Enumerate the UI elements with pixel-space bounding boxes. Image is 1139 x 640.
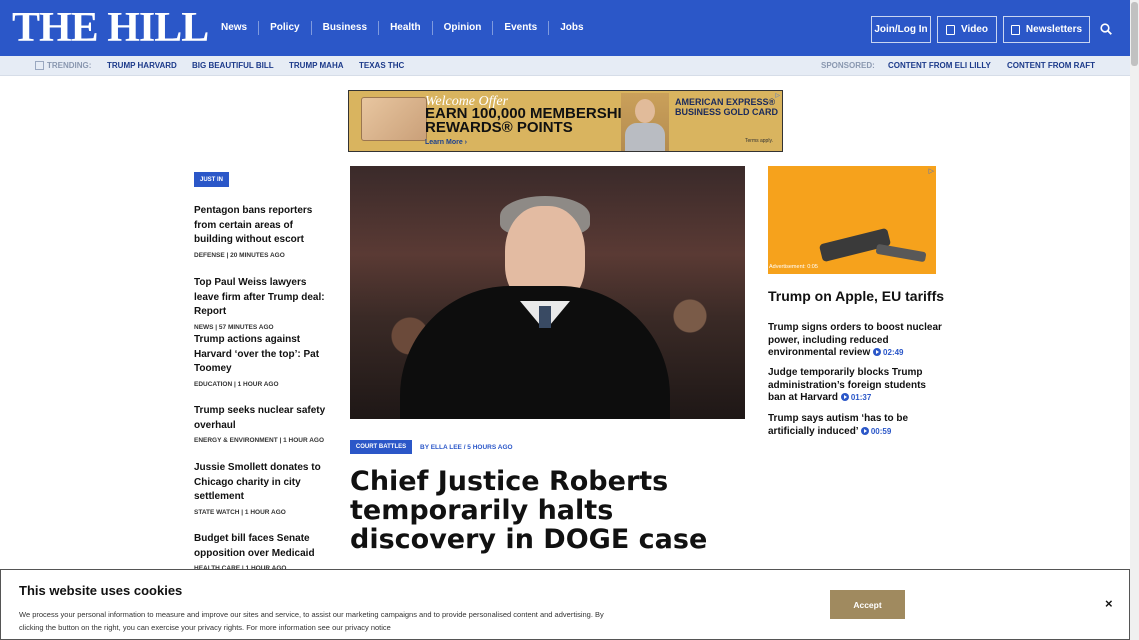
video-icon: [945, 24, 955, 35]
play-icon: [860, 426, 869, 435]
trending-label: TRENDING:: [47, 61, 92, 70]
ad-terms: Terms apply.: [745, 138, 773, 144]
video-list-item[interactable]: Judge temporarily blocks Trump administr…: [768, 367, 943, 405]
duration-text: 01:37: [850, 393, 872, 402]
join-login-label: Join/Log In: [874, 24, 928, 35]
ad-brand-line-1: AMERICAN EXPRESS®: [675, 97, 776, 107]
scrollbar-track[interactable]: [1130, 0, 1139, 640]
nav-opinion[interactable]: Opinion: [433, 21, 494, 35]
ad-headline: EARN 100,000 MEMBERSHIP REWARDS® POINTS: [425, 106, 632, 136]
lead-headline[interactable]: Chief Justice Roberts temporarily halts …: [350, 467, 750, 554]
nav-business[interactable]: Business: [312, 21, 380, 35]
story-meta: EDUCATION | 1 HOUR AGO: [194, 380, 279, 388]
story-headline[interactable]: Trump seeks nuclear safety overhaul: [194, 404, 330, 433]
site-logo[interactable]: THE HILL: [12, 7, 209, 49]
story-headline[interactable]: Trump actions against Harvard ‘over the …: [194, 333, 330, 377]
duration-text: 02:49: [883, 348, 904, 357]
list-item[interactable]: Trump seeks nuclear safety overhaul ENER…: [194, 404, 330, 444]
search-icon[interactable]: [1100, 23, 1112, 35]
ad-brand-line-2: BUSINESS GOLD CARD: [675, 107, 779, 117]
story-headline[interactable]: Budget bill faces Senate opposition over…: [194, 532, 330, 561]
video-label: Video: [960, 24, 989, 35]
accept-button[interactable]: Accept: [830, 590, 905, 619]
nav-news[interactable]: News: [210, 21, 260, 35]
video-ad[interactable]: Advertisement: 0:05 ▷: [768, 166, 936, 274]
nav-jobs[interactable]: Jobs: [549, 21, 594, 35]
trending-icon: [35, 61, 44, 70]
byline[interactable]: BY ELLA LEE / 5 HOURS AGO: [420, 444, 513, 451]
video-item-title: Trump signs orders to boost nuclear powe…: [768, 322, 942, 358]
play-icon: [840, 393, 849, 401]
story-meta: STATE WATCH | 1 HOUR AGO: [194, 508, 286, 516]
video-duration: 02:49: [873, 348, 904, 357]
ad-line-2: REWARDS® POINTS: [425, 119, 573, 136]
video-list-item[interactable]: Trump signs orders to boost nuclear powe…: [768, 322, 943, 360]
trending-item[interactable]: TRUMP HARVARD: [107, 61, 177, 70]
story-meta: NEWS | 57 MINUTES AGO: [194, 323, 274, 331]
story-meta: ENERGY & ENVIRONMENT | 1 HOUR AGO: [194, 437, 325, 444]
ad-learn-more[interactable]: Learn More ›: [425, 139, 467, 146]
ad-countdown: Advertisement: 0:05: [769, 264, 818, 270]
nav-events[interactable]: Events: [493, 21, 550, 35]
main-nav: News Policy Business Health Opinion Even…: [210, 0, 595, 56]
video-duration: 01:37: [840, 393, 872, 402]
ad-product-image-part: [875, 243, 927, 263]
nav-policy[interactable]: Policy: [259, 21, 312, 35]
story-headline[interactable]: Pentagon bans reporters from certain are…: [194, 204, 330, 248]
video-button[interactable]: Video: [937, 16, 997, 43]
list-item[interactable]: Trump actions against Harvard ‘over the …: [194, 333, 330, 388]
lead-story-photo[interactable]: [350, 166, 745, 419]
cookie-text: We process your personal information to …: [19, 610, 604, 632]
scrollbar-thumb[interactable]: [1131, 2, 1138, 66]
video-duration: 00:59: [860, 426, 892, 436]
story-headline[interactable]: Top Paul Weiss lawyers leave firm after …: [194, 276, 330, 320]
cookie-title: This website uses cookies: [19, 583, 183, 598]
just-in-label: JUST IN: [194, 172, 229, 187]
duration-text: 00:59: [870, 426, 892, 436]
sponsored-link[interactable]: CONTENT FROM RAFT: [1007, 61, 1095, 70]
video-title[interactable]: Trump on Apple, EU tariffs: [768, 288, 944, 304]
section-tag[interactable]: COURT BATTLES: [350, 440, 412, 454]
story-headline[interactable]: Jussie Smollett donates to Chicago chari…: [194, 461, 330, 505]
cookie-banner: This website uses cookies We process you…: [0, 569, 1130, 640]
ad-brand: AMERICAN EXPRESS® BUSINESS GOLD CARD: [675, 97, 778, 117]
banner-ad[interactable]: Welcome Offer EARN 100,000 MEMBERSHIP RE…: [348, 90, 783, 152]
close-icon[interactable]: ×: [1105, 596, 1113, 611]
play-icon: [873, 348, 882, 356]
sponsored-link[interactable]: CONTENT FROM ELI LILLY: [888, 61, 991, 70]
trending-bar: TRENDING: TRUMP HARVARD BIG BEAUTIFUL BI…: [0, 56, 1130, 76]
video-list-item[interactable]: Trump says autism ‘has to be artificiall…: [768, 413, 943, 438]
trending-item[interactable]: BIG BEAUTIFUL BILL: [192, 61, 274, 70]
credit-card-image: [361, 97, 427, 141]
top-navigation: THE HILL News Policy Business Health Opi…: [0, 0, 1130, 56]
list-item[interactable]: Top Paul Weiss lawyers leave firm after …: [194, 276, 330, 331]
newsletter-icon: [1010, 24, 1020, 35]
newsletters-button[interactable]: Newsletters: [1003, 16, 1090, 43]
join-login-button[interactable]: Join/Log In: [871, 16, 931, 43]
adchoices-icon[interactable]: ▷: [929, 167, 934, 175]
list-item[interactable]: Pentagon bans reporters from certain are…: [194, 204, 330, 259]
trending-item[interactable]: TEXAS THC: [359, 61, 404, 70]
story-meta: DEFENSE | 20 MINUTES AGO: [194, 251, 285, 259]
nav-health[interactable]: Health: [379, 21, 433, 35]
ad-person-image: [621, 93, 669, 151]
adchoices-icon[interactable]: ▷: [775, 92, 780, 99]
sponsored-label: SPONSORED:: [821, 61, 875, 70]
trending-item[interactable]: TRUMP MAHA: [289, 61, 344, 70]
newsletters-label: Newsletters: [1025, 24, 1083, 35]
list-item[interactable]: Budget bill faces Senate opposition over…: [194, 532, 330, 572]
list-item[interactable]: Jussie Smollett donates to Chicago chari…: [194, 461, 330, 516]
